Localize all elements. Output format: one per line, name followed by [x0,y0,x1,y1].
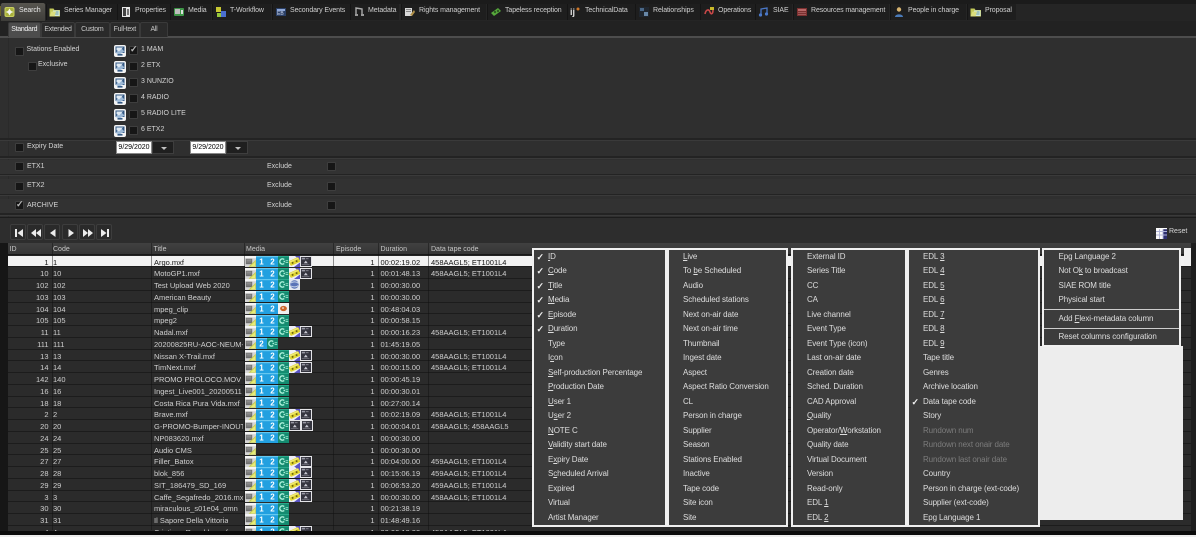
svg-text:1: 1 [259,457,264,466]
svg-text:1: 1 [259,433,264,442]
svg-text:1: 1 [259,316,264,325]
svg-text:2: 2 [270,328,275,337]
svg-text:1: 1 [259,304,264,313]
svg-text:2: 2 [270,375,275,384]
svg-text:2: 2 [270,480,275,489]
svg-text:2: 2 [270,281,275,290]
svg-text:1: 1 [259,292,264,301]
svg-text:2: 2 [270,304,275,313]
svg-text:2: 2 [270,410,275,419]
svg-text:2: 2 [270,363,275,372]
svg-text:2: 2 [270,269,275,278]
svg-text:2: 2 [259,339,264,348]
svg-text:2: 2 [270,422,275,431]
svg-text:2: 2 [270,398,275,407]
svg-text:1: 1 [259,281,264,290]
svg-text:1: 1 [259,492,264,501]
svg-text:2: 2 [270,516,275,525]
svg-text:2: 2 [270,492,275,501]
svg-text:1: 1 [259,480,264,489]
svg-text:ij: ij [570,7,575,17]
svg-text:1: 1 [259,386,264,395]
svg-text:EB: EB [277,11,284,17]
svg-text:2: 2 [270,433,275,442]
svg-text:2: 2 [270,504,275,513]
svg-text:1: 1 [259,516,264,525]
svg-text:2: 2 [270,292,275,301]
svg-text:1: 1 [259,422,264,431]
svg-text:1: 1 [259,363,264,372]
svg-text:1: 1 [259,504,264,513]
svg-text:2: 2 [270,469,275,478]
svg-text:2: 2 [270,257,275,266]
svg-text:1: 1 [259,257,264,266]
svg-text:1: 1 [259,375,264,384]
svg-text:1: 1 [259,410,264,419]
svg-text:2: 2 [270,316,275,325]
svg-text:1: 1 [259,328,264,337]
svg-text:1: 1 [259,398,264,407]
svg-text:1: 1 [259,469,264,478]
svg-text:2: 2 [270,386,275,395]
svg-text:2: 2 [270,351,275,360]
svg-text:2: 2 [270,457,275,466]
svg-text:1: 1 [259,269,264,278]
svg-text:1: 1 [259,351,264,360]
